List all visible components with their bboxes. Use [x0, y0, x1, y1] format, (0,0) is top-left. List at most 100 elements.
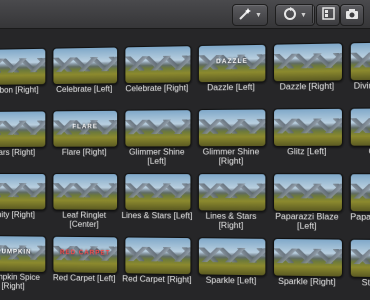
effect-item[interactable]: DAZZLE Dazzle [Left]: [194, 43, 269, 103]
mountain-scene: [0, 120, 46, 135]
effect-thumbnail[interactable]: [197, 237, 267, 277]
mountain-scene: [0, 183, 46, 198]
effect-label: Paparazzi [Right]: [350, 212, 370, 223]
effect-item[interactable]: Unity [Right]: [0, 173, 48, 230]
effect-item[interactable]: Lines & Stars [Left]: [120, 173, 193, 231]
mountain-scene: [53, 56, 118, 72]
film-strip-icon: [321, 7, 335, 23]
mountain-scene: [198, 183, 266, 199]
effect-label: Glitz [Left]: [287, 146, 327, 157]
effect-thumbnail[interactable]: [0, 47, 47, 86]
effect-thumbnail[interactable]: [197, 173, 267, 212]
camera-icon: [345, 8, 359, 23]
effect-item[interactable]: RED CARPET Red Carpet [Left]: [48, 235, 120, 294]
effect-item[interactable]: Paparazzi Blaze [Left]: [269, 173, 346, 232]
chevron-down-icon: ▼: [255, 11, 262, 19]
effect-thumbnail[interactable]: [124, 45, 192, 85]
effect-item[interactable]: Sparkle [Right]: [269, 237, 346, 298]
mountain-scene: [53, 183, 118, 198]
effect-label: Glimmer Shine [Left]: [129, 147, 185, 166]
effect-thumbnail[interactable]: [272, 237, 344, 278]
mountain-scene: [274, 248, 342, 264]
effect-item[interactable]: Stars [Right]: [0, 110, 48, 167]
thumbnail-overlay-text: RED CARPET: [60, 249, 111, 257]
effect-label: Lines & Stars [Left]: [121, 210, 193, 221]
effect-label: Red Carpet [Left]: [52, 273, 116, 284]
effect-item[interactable]: Glitz [Left]: [269, 107, 346, 167]
mountain-scene: [125, 246, 191, 262]
effect-item[interactable]: Glimmer Shine [Left]: [120, 109, 193, 167]
effects-grid: Ribbon [Right] Celebrate [Left] Celebrate …: [0, 40, 370, 300]
effect-thumbnail[interactable]: FLARE: [52, 109, 119, 148]
mountain-scene: [198, 247, 266, 263]
effect-thumbnail[interactable]: [349, 238, 370, 279]
effect-item[interactable]: Celebrate [Right]: [120, 45, 193, 104]
mountain-scene: [125, 183, 191, 198]
toolbar: ▼ ▼: [0, 0, 370, 29]
effect-thumbnail[interactable]: [0, 110, 47, 148]
magic-wand-icon: [238, 7, 252, 24]
effect-thumbnail[interactable]: [124, 109, 192, 148]
effect-item[interactable]: Glimmer Shine [Right]: [194, 108, 269, 166]
effect-item[interactable]: Divine Co [Left]: [345, 40, 370, 102]
thumbnail-overlay-text: DAZZLE: [216, 58, 248, 66]
mountain-scene: [350, 249, 370, 265]
effect-thumbnail[interactable]: [0, 173, 47, 211]
effect-thumbnail[interactable]: [52, 46, 119, 86]
effect-thumbnail[interactable]: [349, 40, 370, 82]
effect-label: Celebrate [Left]: [56, 84, 113, 95]
mountain-scene: [198, 118, 266, 134]
browser-button[interactable]: [316, 4, 340, 26]
effect-label: Glimmer Shine [Right]: [202, 147, 260, 166]
mountain-scene: [125, 119, 191, 135]
effect-item[interactable]: Dazzle [Right]: [269, 42, 346, 102]
effect-thumbnail[interactable]: [272, 107, 344, 148]
retime-icon: [283, 6, 297, 24]
effect-item[interactable]: FLARE Flare [Right]: [48, 109, 120, 167]
effect-thumbnail[interactable]: [197, 108, 267, 148]
effect-label: Ribbon [Right]: [0, 85, 39, 95]
mountain-scene: [274, 183, 342, 199]
mountain-scene: [274, 118, 342, 134]
effect-label: Pumpkin Spice [Right]: [0, 272, 40, 291]
effect-label: Lines & Stars [Right]: [205, 211, 257, 231]
effect-item[interactable]: Paparazzi [Right]: [345, 173, 370, 233]
effect-item[interactable]: Glitz [Ri: [345, 107, 370, 167]
effect-thumbnail[interactable]: RED CARPET: [52, 235, 119, 275]
effect-label: Dazzle [Right]: [279, 81, 335, 92]
effect-thumbnail[interactable]: PUMPKIN: [0, 235, 47, 274]
thumbnail-overlay-text: FLARE: [72, 124, 98, 131]
effect-thumbnail[interactable]: [349, 173, 370, 213]
effect-thumbnail[interactable]: [124, 173, 192, 212]
thumbnail-overlay-text: PUMPKIN: [0, 249, 32, 256]
mountain-scene: [350, 117, 370, 134]
effect-label: Stage Light: [361, 277, 370, 288]
effect-item[interactable]: Red Carpet [Right]: [120, 236, 193, 295]
effect-thumbnail[interactable]: [272, 42, 344, 83]
effect-label: Stars [Right]: [0, 147, 36, 157]
toolbar-divider: [312, 5, 313, 23]
effect-label: Sparkle [Right]: [278, 276, 336, 287]
effect-item[interactable]: Lines & Stars [Right]: [194, 173, 269, 231]
mountain-scene: [0, 57, 46, 73]
effect-label: Paparazzi Blaze [Left]: [275, 211, 339, 231]
effect-item[interactable]: Sparkle [Left]: [194, 237, 269, 296]
effect-thumbnail[interactable]: [52, 173, 119, 211]
effect-item[interactable]: PUMPKIN Pumpkin Spice [Right]: [0, 235, 48, 292]
effect-thumbnail[interactable]: [349, 107, 370, 147]
retime-button[interactable]: ▼: [275, 4, 315, 26]
effect-item[interactable]: Ribbon [Right]: [0, 47, 48, 105]
mountain-scene: [125, 55, 191, 71]
effect-item[interactable]: Celebrate [Left]: [48, 46, 120, 104]
effect-thumbnail[interactable]: [272, 173, 344, 213]
photos-button[interactable]: [340, 4, 364, 26]
effect-label: Dazzle [Left]: [207, 82, 255, 93]
mountain-scene: [350, 51, 370, 68]
effect-thumbnail[interactable]: [124, 236, 192, 276]
effect-label: Red Carpet [Right]: [122, 274, 192, 285]
effect-thumbnail[interactable]: DAZZLE: [197, 43, 267, 84]
effect-label: Unity [Right]: [0, 210, 35, 220]
effects-button[interactable]: ▼: [232, 4, 268, 26]
effect-item[interactable]: Stage Light: [345, 238, 370, 300]
effect-item[interactable]: Leaf Ringlet [Center]: [48, 173, 120, 230]
